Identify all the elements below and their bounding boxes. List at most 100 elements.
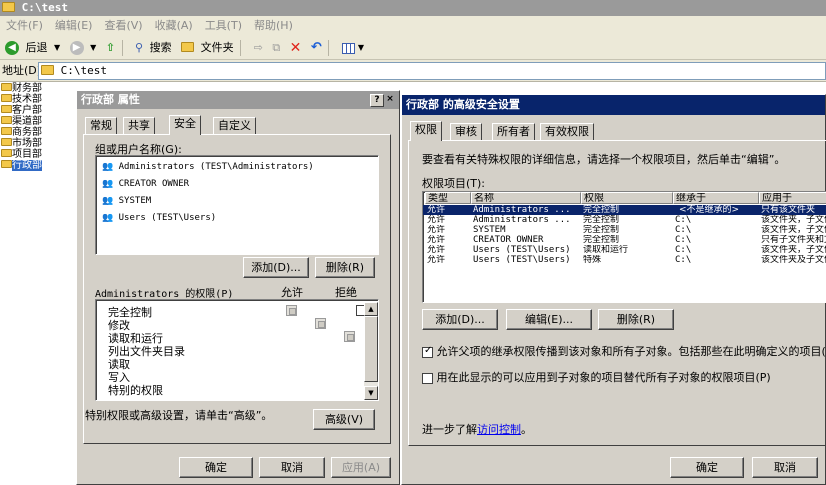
permissions-list[interactable]: 完全控制 修改 读取和运行 列出文件夹目录 读取 写入 特别的权限 ▲ ▼	[95, 299, 379, 401]
tree-item[interactable]: 项目部	[0, 149, 72, 160]
folders-button[interactable]: 文件夹	[178, 36, 234, 60]
ok-button[interactable]: 确定	[670, 457, 744, 478]
cell-inherited-from: C:\	[675, 225, 692, 235]
undo-button[interactable]: ↶	[308, 36, 322, 60]
close-button[interactable]: ×	[385, 94, 395, 107]
cell-inherited-from: C:\	[675, 235, 692, 245]
table-row[interactable]: 允许 Administrators ... 完全控制 C:\ 该文件夹，子文件夹	[423, 215, 826, 225]
folder-icon	[181, 42, 195, 52]
scroll-thumb[interactable]	[364, 316, 378, 382]
allow-checkbox[interactable]	[344, 331, 355, 342]
column-header-inherited-from[interactable]: 继承于	[673, 192, 759, 204]
folder-icon	[1, 83, 12, 91]
advanced-button[interactable]: 高级(V)	[313, 409, 375, 430]
toolbar-separator	[121, 40, 123, 56]
user-item[interactable]: 👥 Administrators (TEST\Administrators)	[102, 162, 314, 172]
back-label: 后退	[25, 41, 48, 54]
column-header-type[interactable]: 类型	[425, 192, 471, 204]
scroll-down-button[interactable]: ▼	[364, 386, 378, 400]
tree-item[interactable]: 财务部	[0, 83, 72, 94]
move-to-button[interactable]: ⇨	[251, 36, 263, 60]
scroll-up-button[interactable]: ▲	[364, 302, 378, 316]
column-header-permission[interactable]: 权限	[581, 192, 673, 204]
cell-type: 允许	[427, 235, 446, 245]
tab-auditing[interactable]: 审核	[450, 123, 482, 141]
delete-button[interactable]: ✕	[287, 36, 302, 60]
tab-custom[interactable]: 自定义	[213, 117, 256, 135]
address-input[interactable]: C:\test	[38, 62, 826, 80]
tree-item[interactable]: 市场部	[0, 138, 72, 149]
edit-entry-button[interactable]: 编辑(E)...	[506, 309, 592, 330]
tab-owner[interactable]: 所有者	[492, 123, 535, 141]
folders-label: 文件夹	[200, 41, 234, 54]
address-value: C:\test	[60, 64, 107, 77]
menu-edit[interactable]: 编辑(E)	[49, 16, 99, 36]
tree-item[interactable]: 商务部	[0, 127, 72, 138]
menu-tools[interactable]: 工具(T)	[199, 16, 248, 36]
up-folder-button[interactable]: ⇧	[103, 36, 115, 60]
add-entry-button[interactable]: 添加(D)...	[422, 309, 498, 330]
cancel-button[interactable]: 取消	[752, 457, 818, 478]
inherit-option[interactable]: 允许父项的继承权限传播到该对象和所有子对象。包括那些在此明确定义的项目(A)	[422, 343, 826, 359]
ok-button[interactable]: 确定	[179, 457, 253, 478]
user-item[interactable]: 👥 CREATOR OWNER	[102, 179, 189, 189]
users-list[interactable]: 👥 Administrators (TEST\Administrators) 👥…	[95, 155, 379, 255]
advanced-title-bar[interactable]: 行政部 的高级安全设置	[402, 95, 825, 115]
cell-permission: 完全控制	[583, 205, 620, 215]
user-item[interactable]: 👥 SYSTEM	[102, 196, 151, 206]
delete-x-icon: ✕	[289, 40, 302, 56]
folder-icon	[1, 160, 12, 168]
replace-checkbox[interactable]	[422, 372, 433, 384]
learn-more-suffix: 。	[521, 423, 532, 436]
tree-item-selected[interactable]: 行政部	[0, 160, 72, 171]
user-item[interactable]: 👥 Users (TEST\Users)	[102, 213, 216, 223]
properties-title-bar[interactable]: 行政部 属性	[77, 91, 399, 109]
tab-sharing[interactable]: 共享	[123, 117, 155, 135]
allow-checkbox[interactable]	[315, 318, 326, 329]
vertical-scrollbar[interactable]: ▲ ▼	[364, 302, 378, 400]
menu-file[interactable]: 文件(F)	[0, 16, 49, 36]
table-row[interactable]: 允许 Users (TEST\Users) 读取和运行 C:\ 该文件夹，子文件…	[423, 245, 826, 255]
cancel-button[interactable]: 取消	[259, 457, 325, 478]
menu-favorites[interactable]: 收藏(A)	[149, 16, 199, 36]
table-row[interactable]: 允许 CREATOR OWNER 完全控制 C:\ 只有子文件夹和文件	[423, 235, 826, 245]
search-button[interactable]: ⚲ 搜索	[132, 36, 172, 60]
menu-help[interactable]: 帮助(H)	[248, 16, 299, 36]
deny-column-header: 拒绝	[335, 286, 357, 299]
tree-item[interactable]: 客户部	[0, 105, 72, 116]
views-button[interactable]: ▼	[339, 36, 364, 60]
tree-item-label: 市场部	[12, 138, 42, 149]
search-label: 搜索	[149, 41, 172, 54]
tree-item[interactable]: 技术部	[0, 94, 72, 105]
advanced-title: 行政部 的高级安全设置	[406, 98, 520, 111]
column-header-apply-to[interactable]: 应用于	[759, 192, 826, 204]
help-button[interactable]: ?	[370, 94, 384, 107]
user-item-label: Administrators (TEST\Administrators)	[118, 162, 314, 172]
back-button[interactable]: ◀ 后退 ▼	[2, 36, 60, 60]
apply-button[interactable]: 应用(A)	[331, 457, 391, 478]
tree-item[interactable]: 渠道部	[0, 116, 72, 127]
table-row[interactable]: 允许 SYSTEM 完全控制 C:\ 该文件夹，子文件夹	[423, 225, 826, 235]
tab-security[interactable]: 安全	[169, 115, 201, 135]
toolbar-separator	[240, 40, 242, 56]
remove-entry-button[interactable]: 删除(R)	[598, 309, 674, 330]
tab-effective-permissions[interactable]: 有效权限	[540, 123, 594, 141]
permission-entries-list[interactable]: 类型 名称 权限 继承于 应用于 允许 Administrators ... 完…	[422, 191, 826, 303]
search-icon: ⚲	[135, 41, 144, 54]
table-row-selected[interactable]: 允许 Administrators ... 完全控制 <不是继承的> 只有该文件…	[423, 205, 826, 215]
remove-user-button[interactable]: 删除(R)	[315, 257, 375, 278]
column-header-name[interactable]: 名称	[471, 192, 581, 204]
tab-permissions[interactable]: 权限	[410, 121, 442, 141]
allow-checkbox[interactable]	[286, 305, 297, 316]
replace-option[interactable]: 用在此显示的可以应用到子对象的项目替代所有子对象的权限项目(P)	[422, 369, 771, 385]
users-group-icon: 👥	[102, 162, 114, 172]
copy-to-button[interactable]: ⧉	[269, 36, 280, 60]
inherit-checkbox[interactable]	[422, 345, 433, 358]
add-user-button[interactable]: 添加(D)...	[243, 257, 309, 278]
tab-general[interactable]: 常规	[85, 117, 117, 135]
access-control-link[interactable]: 访问控制	[477, 423, 521, 436]
forward-button[interactable]: ▶ ▼	[67, 36, 96, 60]
window-title-bar[interactable]: C:\test	[0, 0, 826, 16]
table-row[interactable]: 允许 Users (TEST\Users) 特殊 C:\ 该文件夹及子文件夹	[423, 255, 826, 265]
menu-view[interactable]: 查看(V)	[98, 16, 148, 36]
